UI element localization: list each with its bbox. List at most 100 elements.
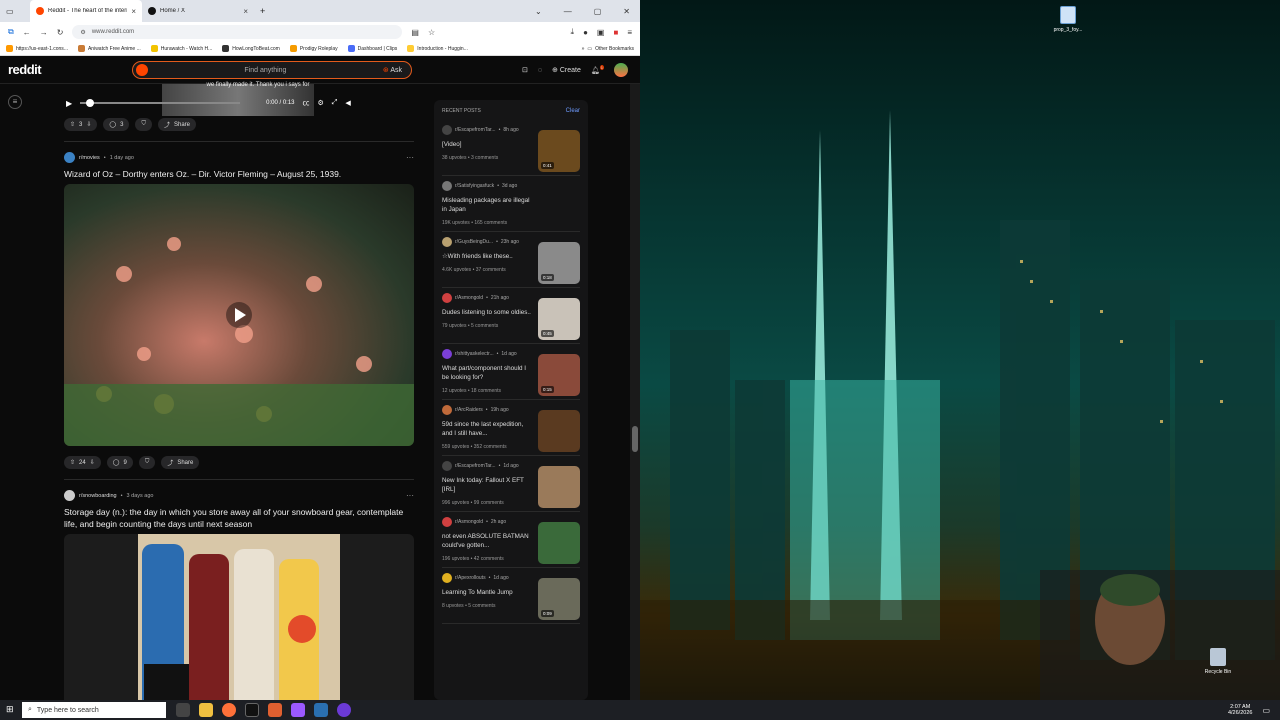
address-bar: ⧉ ← → ↻ ⚙ www.reddit.com ▤ ☆ ⤓ ● ▣ ■ ≡ [0,22,640,42]
reddit-logo[interactable]: reddit [8,62,42,77]
search-icon: ⌕ [28,706,32,713]
post-video[interactable] [64,184,414,446]
subreddit-name[interactable]: r/snowboarding [79,493,117,499]
bookmark-favicon-icon [289,45,297,52]
post-snowboarding[interactable]: r/snowboarding • 3 days ago ··· Storage … [58,490,420,700]
close-icon[interactable]: ✕ [623,7,630,16]
post-movies[interactable]: r/movies • 1 day ago ··· Wizard of Oz – … [58,152,420,473]
menu-icon[interactable]: ≡ [627,28,632,37]
avatar[interactable] [614,63,628,77]
award-button[interactable]: ⛉ [135,118,152,131]
clock[interactable]: 2:07 AM 4/26/2026 [1228,704,1252,716]
post-title[interactable]: Storage day (n.): the day in which you s… [64,506,414,530]
more-options-icon[interactable]: ··· [406,491,414,500]
discord-icon[interactable] [337,703,351,717]
comments-button[interactable]: ◯ 9 [106,456,133,469]
vote-control[interactable]: ⇧ 3 ⇩ [64,118,98,131]
subreddit-name: r/Asmongold [455,295,484,301]
tab-reddit[interactable]: Reddit - The heart of the intern × [30,0,142,22]
new-tab-button[interactable]: + [254,6,265,16]
desktop-file-icon[interactable]: prop_3_foy... [1038,6,1098,33]
recent-post-item[interactable]: r/Asmongold • 2h ago not even ABSOLUTE BATM… [442,512,580,568]
clear-button[interactable]: Clear [566,108,580,114]
sidebar-toggle-icon[interactable]: ⧉ [8,27,14,37]
post-title[interactable]: Wizard of Oz – Dorthy enters Oz. – Dir. … [64,168,414,180]
recent-post-item[interactable]: r/shittyaskelectr... • 1d ago What part/com… [442,344,580,400]
recent-post-item[interactable]: r/ArcRaiders • 19h ago 59d since the last e… [442,400,580,456]
close-tab-icon[interactable]: × [131,7,136,16]
video-time: 0:00 / 0:13 [266,100,295,106]
tab-x[interactable]: Home / X × [142,0,254,22]
scrollbar[interactable] [630,84,640,700]
nav-menu-icon[interactable]: ≡ [8,95,22,109]
x-favicon-icon [148,7,156,15]
snowboard-photo [138,534,340,700]
create-button[interactable]: ⊕ Create [552,66,581,74]
app-purple-icon[interactable] [291,703,305,717]
bookmark-item[interactable]: Introduction - Huggin... [407,45,468,52]
recent-post-item[interactable]: r/GuysBeingDu... • 23h ago ☆With friends li… [442,232,580,288]
url-field[interactable]: ⚙ www.reddit.com [72,25,403,39]
scrollbar-thumb[interactable] [632,426,638,452]
share-button[interactable]: ⤴ Share [161,456,200,469]
ask-button[interactable]: ⊛ Ask [383,66,408,74]
video-duration: 0:09 [541,610,554,617]
recent-post-item[interactable]: r/EscapefromTar... • 1d ago New Ink today: … [442,456,580,512]
more-options-icon[interactable]: ··· [406,153,414,162]
back-icon[interactable]: ← [23,28,31,37]
tab-actions-icon[interactable]: ▭ [6,7,30,16]
fullscreen-icon[interactable]: ⤢ [332,99,338,107]
steam-icon[interactable] [314,703,328,717]
chevron-down-icon[interactable]: ⌄ [535,7,542,16]
reload-icon[interactable]: ↻ [57,28,64,37]
maximize-icon[interactable]: ▢ [594,7,602,16]
subreddit-name[interactable]: r/movies [79,155,100,161]
post-actions: ⇧ 3 ⇩ ◯ 3 ⛉ ⤴ Share [58,114,420,135]
download-icon[interactable]: ⤓ [571,27,575,37]
recent-post-item[interactable]: r/Asmongold • 21h ago Dudes listening to so… [442,288,580,344]
taskbar-search-input[interactable]: ⌕ Type here to search [22,702,166,718]
chat-icon[interactable]: ◌ [538,67,542,74]
share-button[interactable]: ⤴ Share [157,118,197,131]
bookmark-item[interactable]: Dashboard | Clips [347,45,397,52]
extension-icon[interactable]: ● [583,28,588,37]
windows-start-icon[interactable]: ⊞ [6,704,14,715]
seek-slider[interactable] [80,99,241,107]
notification-center-icon[interactable]: ▭ [1262,706,1270,715]
bookmark-item[interactable]: Prodigy Roleplay [289,45,338,52]
play-icon[interactable]: ▶ [66,99,72,108]
recent-post-item[interactable]: r/Apexrollouts • 1d ago Learning To Mantle … [442,568,580,624]
file-explorer-icon[interactable] [199,703,213,717]
recent-post-item[interactable]: r/EscapefromTar... • 8h ago [Video] 38 upvot… [442,120,580,176]
extension-red-icon[interactable]: ■ [613,28,618,37]
recycle-bin-icon[interactable]: Recycle Bin [1188,648,1248,675]
task-view-icon[interactable] [176,703,190,717]
search-input[interactable]: Find anything ⊛ Ask [132,61,412,79]
award-button[interactable]: ⛉ [138,456,156,469]
settings-gear-icon[interactable]: ⚙ [318,99,324,107]
close-tab-icon[interactable]: × [243,7,248,16]
video-player[interactable]: we finally made it. Thank you i says for… [58,82,420,116]
recent-post-item[interactable]: r/Satisfyingasfuck • 3d ago Misleading pack… [442,176,580,232]
firefox-icon[interactable] [222,703,236,717]
other-bookmarks-folder[interactable]: » ▭ Other Bookmarks [582,46,634,52]
comments-button[interactable]: ◯ 3 [103,118,130,131]
advertise-icon[interactable]: ⊡ [522,66,528,74]
terminal-icon[interactable] [245,703,259,717]
bookmark-star-icon[interactable]: ☆ [428,28,435,37]
captions-icon[interactable]: ㏄ [303,98,310,108]
bookmark-item[interactable]: https://us-east-1.cons... [6,45,68,52]
notifications-icon[interactable]: 🔔︎1 [591,65,604,75]
bookmark-item[interactable]: HowLongToBeat.com [222,45,280,52]
bookmark-item[interactable]: Hurawatch - Watch H... [150,45,212,52]
bookmark-item[interactable]: Aniwatch Free Anime ... [77,45,141,52]
vote-control[interactable]: ⇧ 24 ⇩ [64,456,101,469]
reader-icon[interactable]: ▤ [411,28,419,37]
app-orange-icon[interactable] [268,703,282,717]
volume-icon[interactable]: ◀︎ [345,99,350,107]
forward-icon[interactable]: → [40,28,48,37]
minimize-icon[interactable]: — [564,7,572,16]
post-image[interactable] [64,534,414,700]
puzzle-icon[interactable]: ▣ [597,28,605,37]
subreddit-icon [442,349,452,359]
